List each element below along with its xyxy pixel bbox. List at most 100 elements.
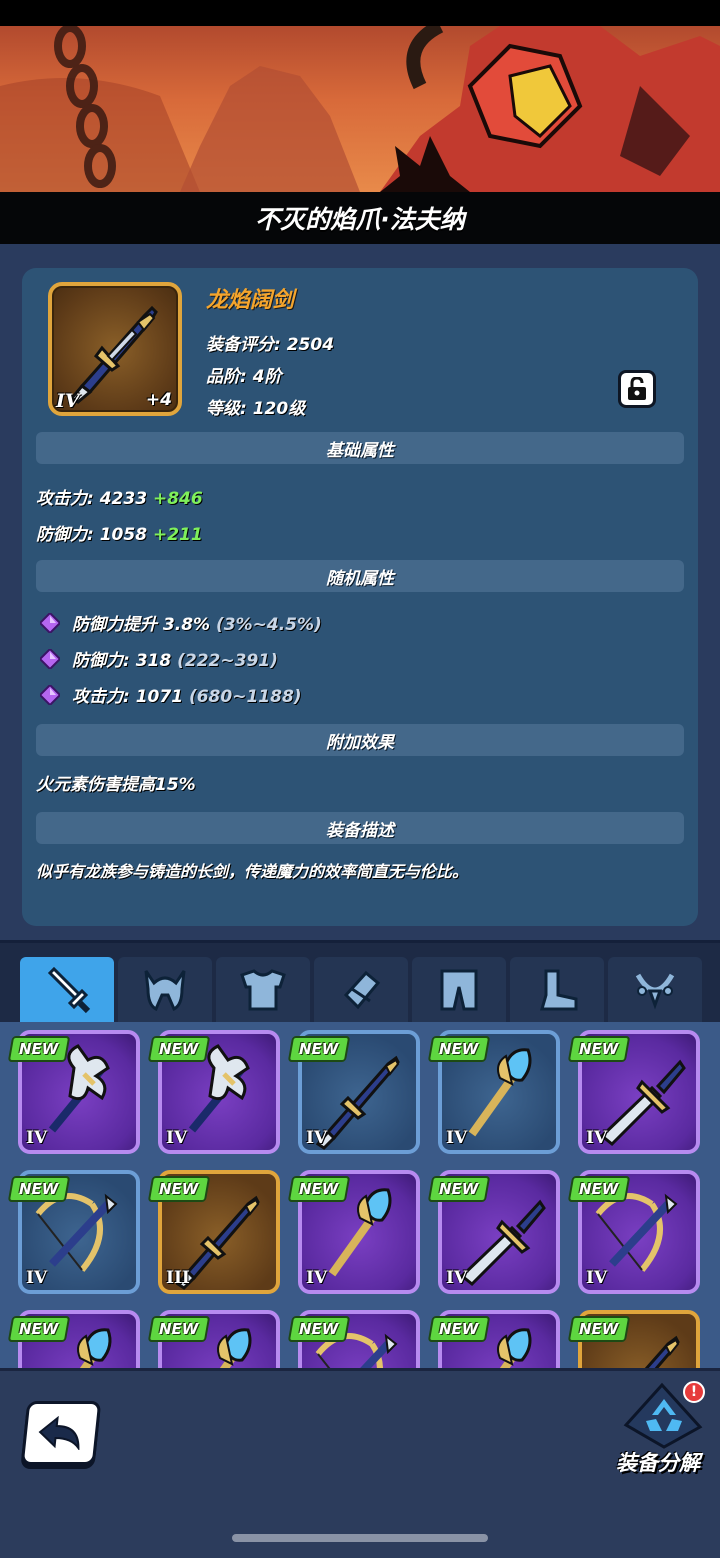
item-tier: IV [56,390,80,412]
item-tier: IV [306,1268,328,1288]
new-badge: NEW [7,1316,71,1342]
gauntlet-icon [343,970,381,1010]
new-badge-label: NEW [159,1040,199,1058]
section-random-stats-title: 随机属性 [326,568,394,589]
new-badge-label: NEW [439,1040,479,1058]
base-stat-label: 攻击力: 4233 [36,489,148,509]
new-badge: NEW [7,1176,71,1202]
item-description: 似乎有龙族参与铸造的长剑，传递魔力的效率简直无与伦比。 [36,862,469,881]
item-tier: IV [26,1268,48,1288]
new-badge-label: NEW [299,1040,339,1058]
boss-banner [0,26,720,192]
new-badge: NEW [567,1036,631,1062]
new-badge-label: NEW [19,1320,59,1338]
inventory-grid: IV NEW IV NEW IV NEW IV NEW IV NEW IV NEW III NEW IV NE… [0,1022,720,1368]
back-arrow-icon [38,1416,80,1450]
random-stat-row: 防御力提升 3.8% (3%~4.5%) [36,610,322,635]
item-detail-area: IV +4 龙焰阔剑 装备评分: 2504 品阶: 4阶 等级: 120级 基础… [0,244,720,940]
helmet-icon [144,970,186,1012]
new-badge-label: NEW [19,1040,59,1058]
random-stat-row: 攻击力: 1071 (680~1188) [36,682,302,707]
disassemble-button[interactable]: ! 装备分解 [612,1381,720,1481]
tab-gauntlet[interactable] [314,957,408,1023]
tab-pants[interactable] [412,957,506,1023]
item-tier: IV [26,1128,48,1148]
boss-artwork-icon [0,26,720,192]
random-stat-range: (3%~4.5%) [216,615,322,635]
random-stat-label: 攻击力: 1071 [72,687,184,707]
section-extra-effect: 附加效果 [36,724,684,756]
new-badge: NEW [427,1316,491,1342]
lock-toggle-button[interactable] [618,370,656,408]
random-stat-label: 防御力: 318 [72,651,172,671]
new-badge-label: NEW [439,1320,479,1338]
home-indicator [232,1534,488,1542]
base-stat-bonus: +211 [152,525,203,545]
item-tier: IV [446,1268,468,1288]
new-badge-label: NEW [299,1320,339,1338]
selected-item-icon: IV +4 [48,282,182,416]
purple-gem-icon [40,685,60,705]
section-base-stats: 基础属性 [36,432,684,464]
equipment-category-tabs [0,940,720,1023]
back-button[interactable] [20,1401,102,1465]
tab-necklace[interactable] [608,957,702,1023]
bottom-bar: ! 装备分解 [0,1368,720,1558]
tab-weapon[interactable] [20,957,114,1023]
new-badge-label: NEW [299,1180,339,1198]
new-badge: NEW [287,1176,351,1202]
section-description: 装备描述 [36,812,684,844]
item-name: 龙焰阔剑 [206,288,295,313]
item-tier: IV [586,1268,608,1288]
tab-helmet[interactable] [118,957,212,1023]
random-stat-range: (222~391) [177,651,278,671]
new-badge-label: NEW [439,1180,479,1198]
boss-name: 不灭的焰爪·法夫纳 [255,205,465,234]
random-stat-range: (680~1188) [188,687,302,707]
base-stat-bonus: +846 [152,489,203,509]
purple-gem-icon [40,649,60,669]
new-badge-label: NEW [159,1180,199,1198]
new-badge: NEW [147,1316,211,1342]
status-bar [0,0,720,26]
new-badge: NEW [7,1036,71,1062]
necklace-icon [635,973,675,1010]
item-detail-card: IV +4 龙焰阔剑 装备评分: 2504 品阶: 4阶 等级: 120级 基础… [22,268,698,926]
purple-gem-icon [40,613,60,633]
item-level: 等级: 120级 [206,399,306,419]
armor-icon [240,969,286,1011]
random-stat-row: 防御力: 318 (222~391) [36,646,278,671]
new-badge: NEW [427,1036,491,1062]
notification-badge: ! [683,1381,705,1403]
item-tier: IV [306,1128,328,1148]
boots-icon [540,969,578,1011]
item-grade: 品阶: 4阶 [206,367,282,387]
sword-icon [47,966,91,1014]
item-enhance-level: +4 [145,390,172,410]
tab-boots[interactable] [510,957,604,1023]
item-tier: IV [586,1128,608,1148]
new-badge: NEW [147,1036,211,1062]
section-base-stats-title: 基础属性 [326,440,394,461]
section-description-title: 装备描述 [326,820,394,841]
tab-armor[interactable] [216,957,310,1023]
item-tier: IV [166,1128,188,1148]
new-badge-label: NEW [159,1320,199,1338]
new-badge: NEW [567,1316,631,1342]
new-badge-label: NEW [579,1180,619,1198]
section-random-stats: 随机属性 [36,560,684,592]
new-badge: NEW [287,1316,351,1342]
title-bar: 不灭的焰爪·法夫纳 [0,192,720,244]
base-stat-attack: 攻击力: 4233 +846 [36,484,203,509]
extra-effect-text: 火元素伤害提高15% [36,775,196,795]
unlock-icon [628,377,646,400]
new-badge: NEW [147,1176,211,1202]
new-badge: NEW [287,1036,351,1062]
random-stat-label: 防御力提升 3.8% [72,615,211,635]
new-badge: NEW [427,1176,491,1202]
new-badge-label: NEW [579,1040,619,1058]
item-tier: III [166,1268,190,1288]
new-badge-label: NEW [19,1180,59,1198]
base-stat-label: 防御力: 1058 [36,525,148,545]
base-stat-defense: 防御力: 1058 +211 [36,520,203,545]
